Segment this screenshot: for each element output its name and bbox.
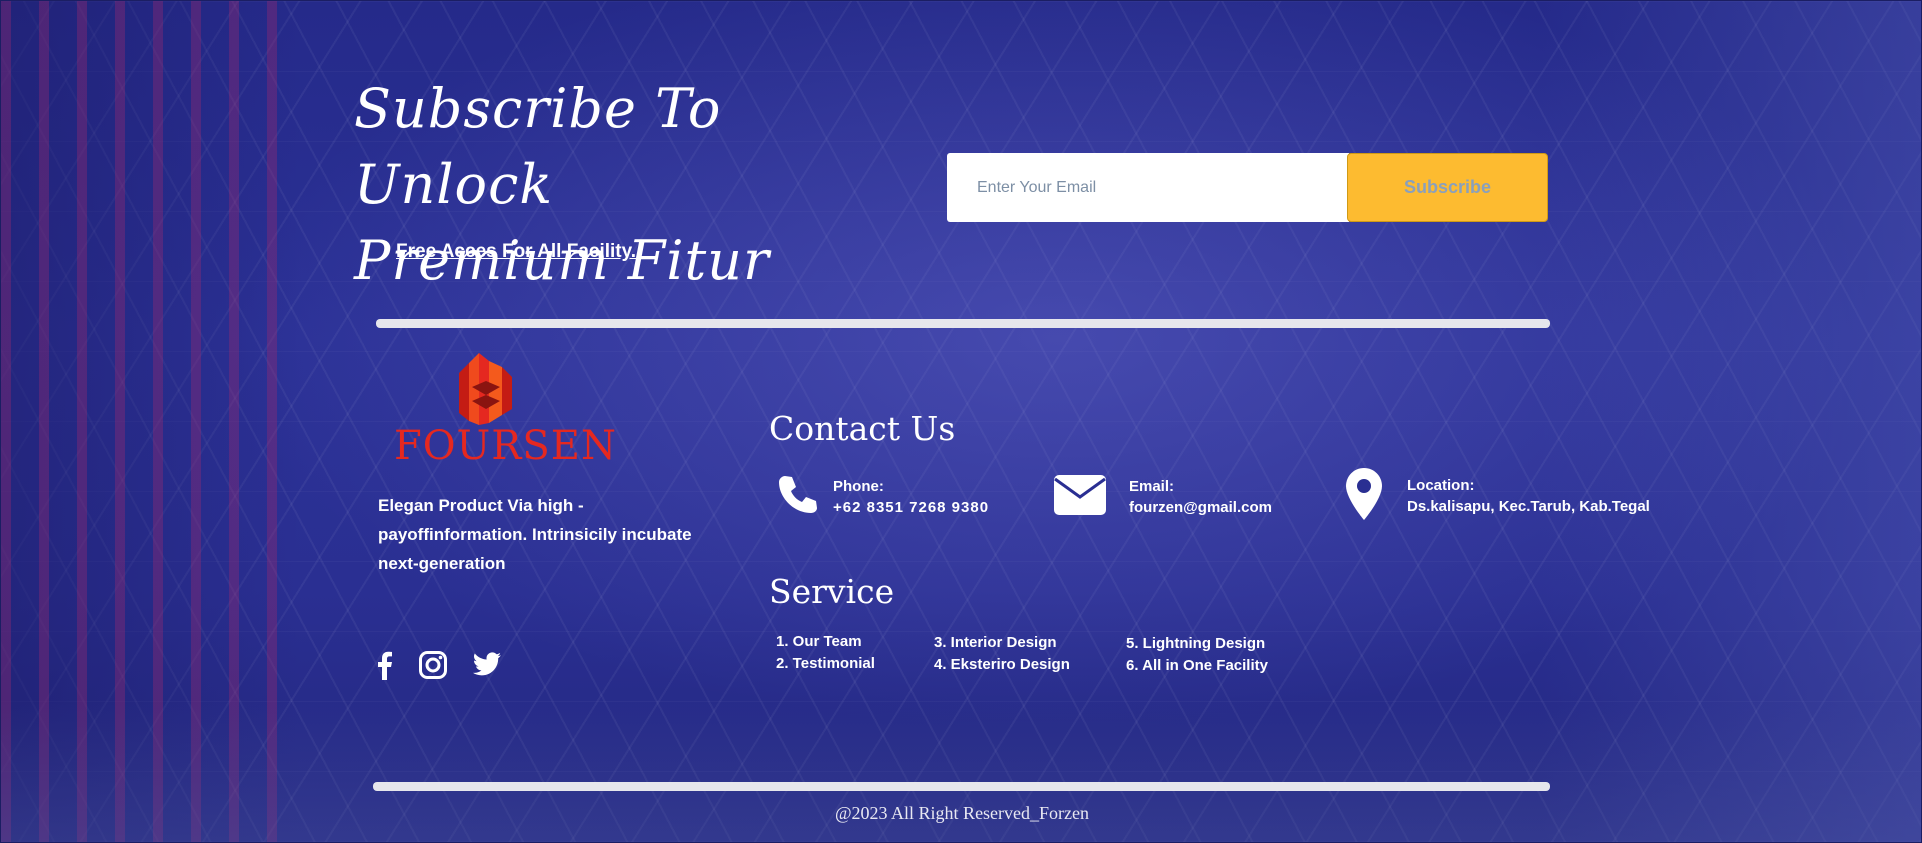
- instagram-icon[interactable]: [415, 647, 451, 683]
- service-item[interactable]: 2. Testimonial: [776, 653, 875, 675]
- service-list-col1: 1. Our Team 2. Testimonial: [776, 631, 875, 675]
- phone-value: +62 8351 7268 9380: [833, 499, 990, 516]
- location-pin-icon: [1346, 468, 1382, 520]
- facebook-icon[interactable]: [366, 647, 402, 683]
- location-label: Location:: [1407, 477, 1475, 494]
- email-value[interactable]: fourzen@gmail.com: [1129, 497, 1272, 518]
- building-logo-icon: [459, 353, 512, 425]
- divider-top: [376, 319, 1550, 328]
- service-item[interactable]: 1. Our Team: [776, 631, 875, 653]
- service-item[interactable]: 5. Lightning Design: [1126, 633, 1268, 655]
- phone-icon: [779, 476, 817, 513]
- service-list-col2: 3. Interior Design 4. Eksteriro Design: [934, 632, 1070, 676]
- phone-label: Phone:: [833, 478, 884, 495]
- service-item[interactable]: 3. Interior Design: [934, 632, 1070, 654]
- brand-name: FOURSEN: [394, 423, 617, 469]
- service-heading: Service: [769, 572, 895, 611]
- copyright-text: @2023 All Right Reserved_Forzen: [834, 803, 1090, 823]
- footer-section: Subscribe To Unlock Premium Fitur Free A…: [0, 0, 1922, 843]
- email-label: Email:: [1129, 478, 1175, 495]
- service-list-col3: 5. Lightning Design 6. All in One Facili…: [1126, 633, 1268, 677]
- divider-bottom: [373, 782, 1550, 791]
- subscribe-title: Subscribe To Unlock Premium Fitur: [354, 71, 874, 299]
- contact-heading: Contact Us: [769, 409, 956, 448]
- service-item[interactable]: 4. Eksteriro Design: [934, 654, 1070, 676]
- subscribe-title-line1: Subscribe To Unlock: [354, 77, 722, 216]
- service-item[interactable]: 6. All in One Facility: [1126, 655, 1268, 677]
- subscribe-tagline: Free Acces For All Facility.: [396, 241, 637, 262]
- email-input[interactable]: [947, 153, 1349, 222]
- subscribe-form: Subscribe: [947, 153, 1548, 223]
- brand-description: Elegan Product Via high - payoffinformat…: [378, 496, 692, 573]
- mail-icon: [1054, 475, 1106, 515]
- brand-logo: FOURSEN: [394, 351, 617, 469]
- location-value: Ds.kalisapu, Kec.Tarub, Kab.Tegal: [1407, 498, 1650, 515]
- twitter-icon[interactable]: [469, 647, 505, 683]
- subscribe-button[interactable]: Subscribe: [1347, 153, 1548, 222]
